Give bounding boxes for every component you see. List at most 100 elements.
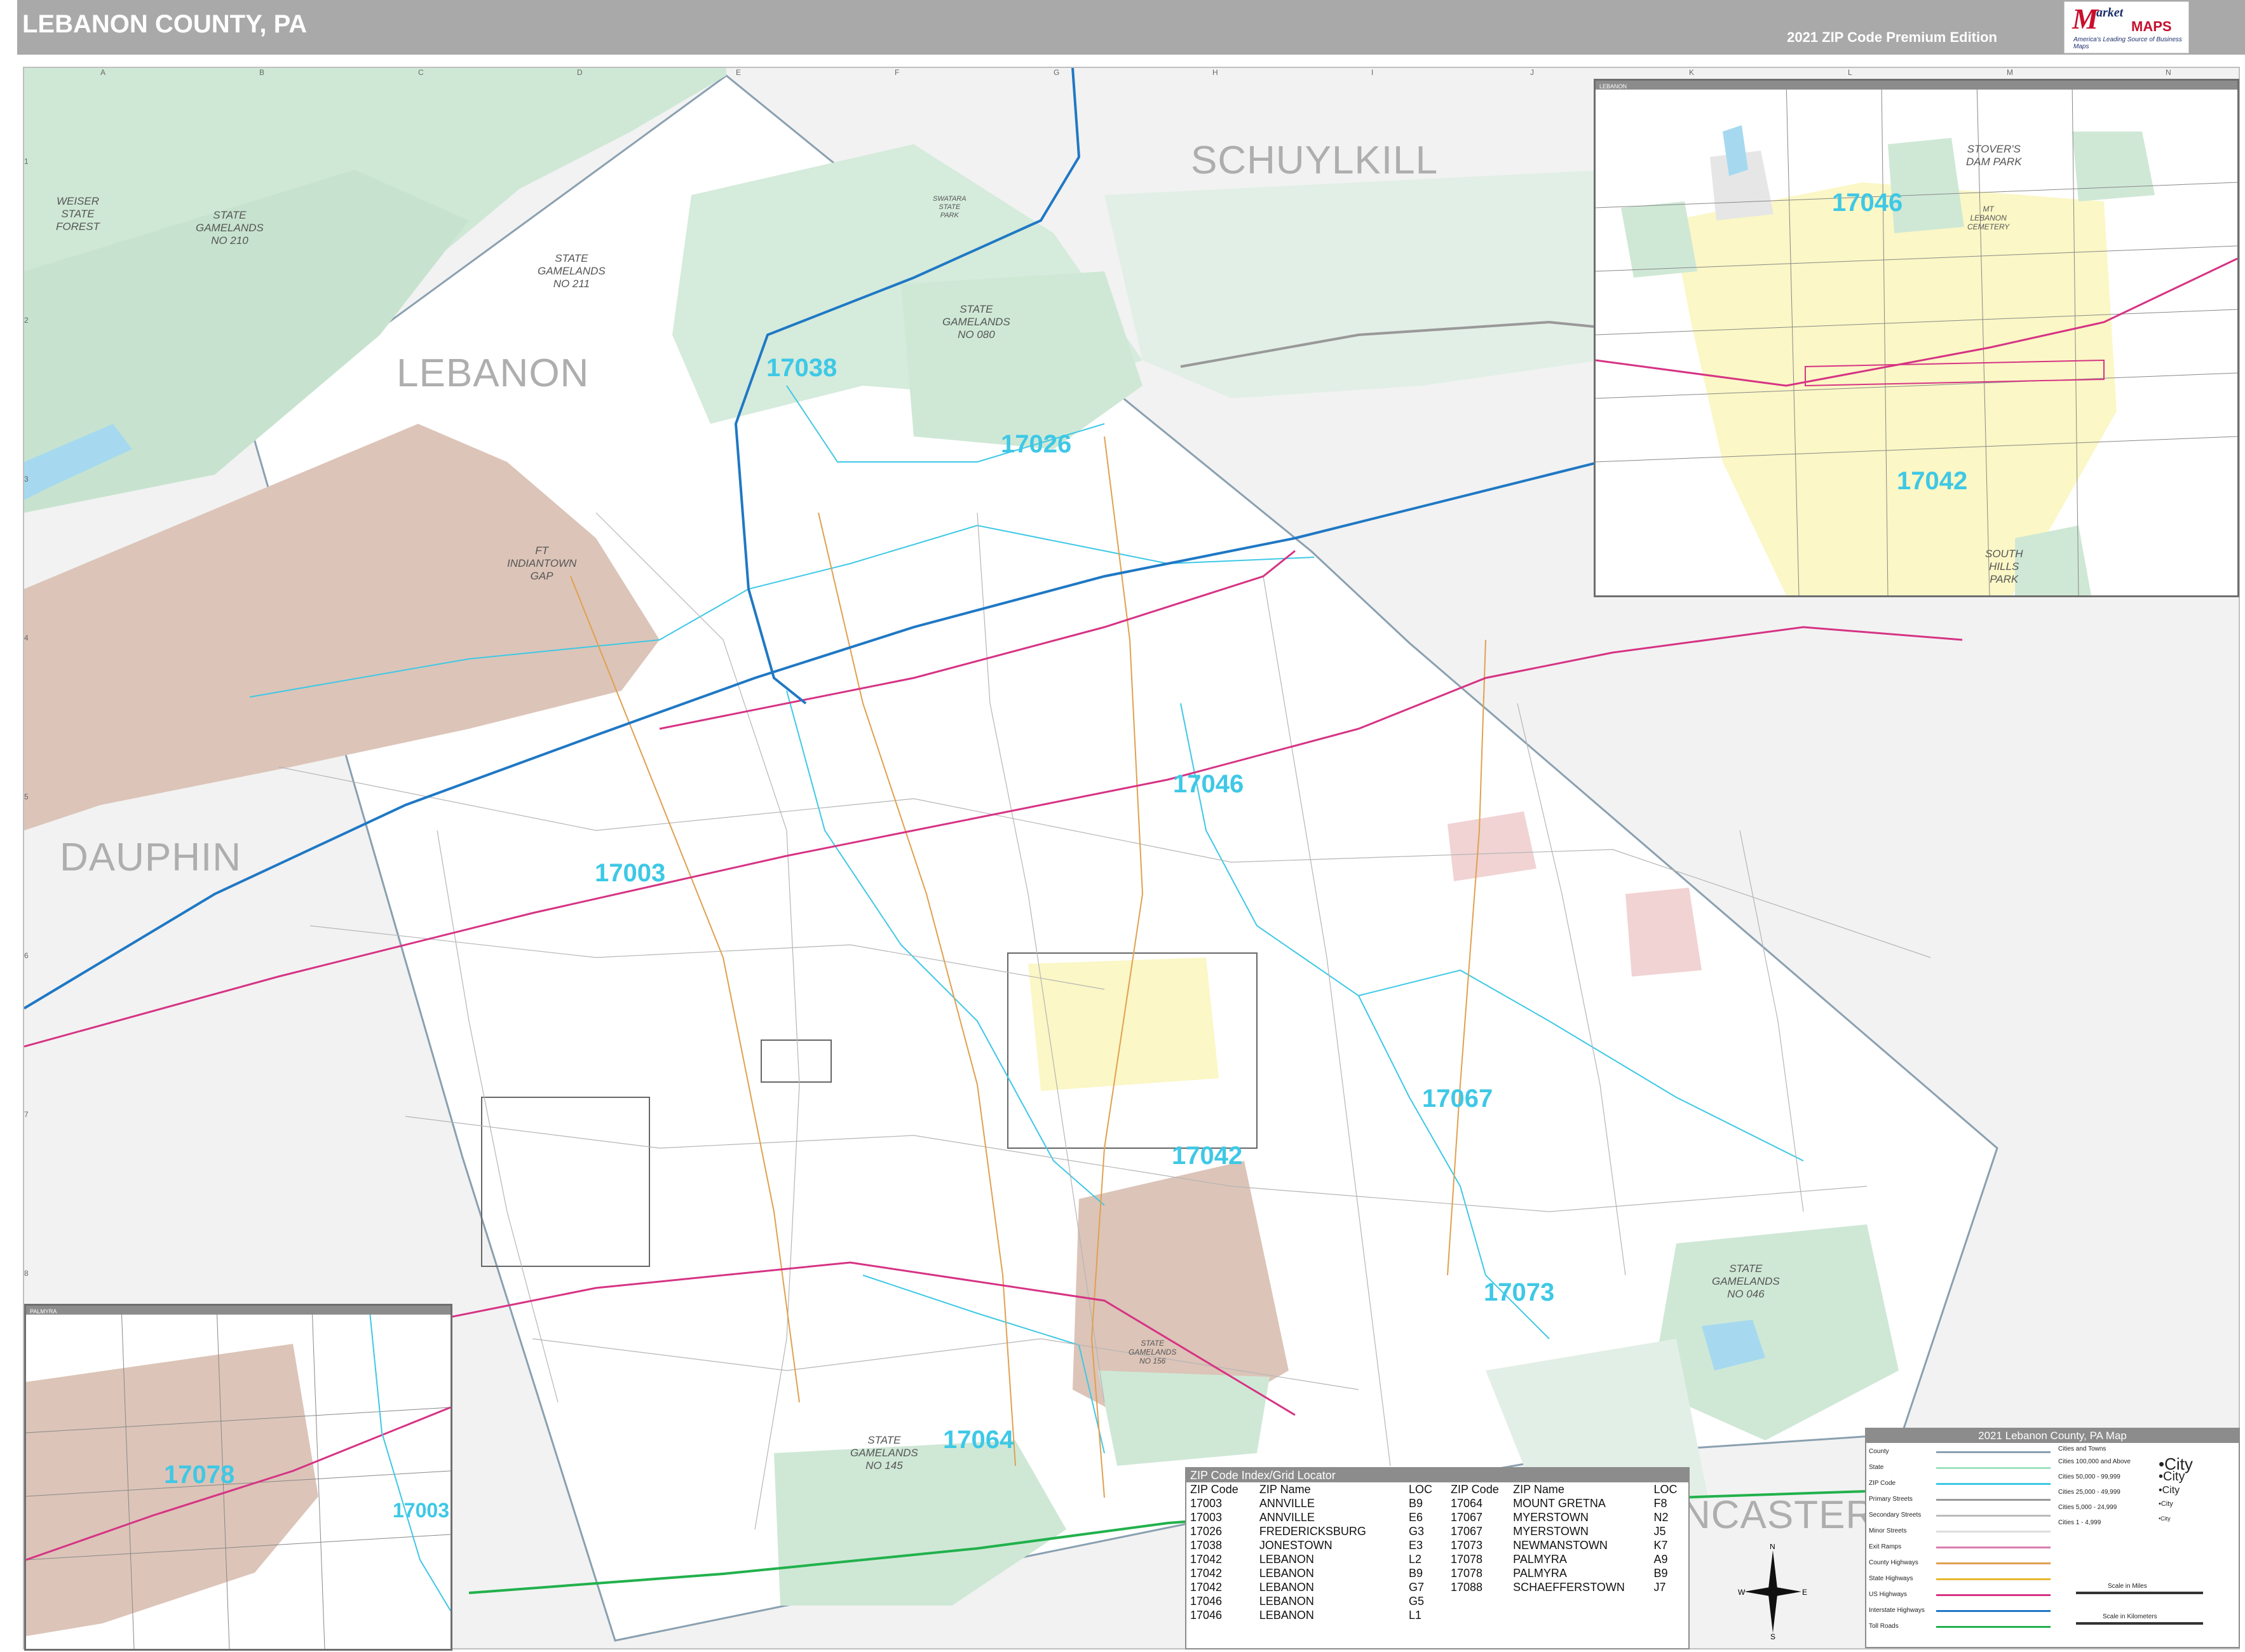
loc-cell: E6 [1408, 1511, 1423, 1524]
legend-item-swatch [1936, 1483, 2051, 1485]
logo-tagline: America's Leading Source of Business Map… [2073, 36, 2182, 50]
zip-code-cell: 17064 [1451, 1497, 1483, 1510]
inset-zip-17003: 17003 [393, 1499, 449, 1522]
legend-city-range: Cities 5,000 - 24,999 [2058, 1504, 2117, 1511]
compass-n: N [1770, 1544, 1775, 1551]
loc-cell: J5 [1653, 1525, 1666, 1538]
logo-arket: arket [2096, 6, 2124, 20]
sgl-145 [774, 1440, 1066, 1606]
logo-m: M [2072, 3, 2098, 35]
zip-index-row: 17078 PALMYRA B9 [1448, 1566, 1683, 1580]
legend-item-swatch [1936, 1594, 2051, 1596]
grid-row-3: 3 [24, 475, 29, 484]
legend-item-label: Exit Ramps [1869, 1543, 1902, 1550]
zip-index-left: ZIP Code ZIP Name LOC 17003 ANNVILLE B9 170… [1188, 1482, 1442, 1622]
zip-index-table: ZIP Code Index/Grid Locator ZIP Code ZIP… [1185, 1467, 1690, 1649]
legend-item-label: State [1869, 1464, 1884, 1471]
lebanon-city-inset: LEBANON 17046 17042 MT LEBANON CEMETERY … [1594, 79, 2239, 597]
loc-cell: A9 [1653, 1553, 1668, 1566]
legend-city-range: Cities 1 - 4,999 [2058, 1519, 2101, 1526]
inset-zip-17042: 17042 [1897, 467, 1968, 495]
grid-row-4: 4 [24, 633, 29, 642]
zip-index-row: 17073 NEWMANSTOWN K7 [1448, 1538, 1683, 1552]
market-maps-logo: M arket MAPS America's Leading Source of… [2064, 1, 2189, 53]
grid-col-h: H [1212, 68, 1218, 77]
grid-col-g: G [1054, 68, 1060, 77]
grid-col-d: D [577, 68, 583, 77]
legend-cities-title: Cities and Towns [2058, 1446, 2106, 1452]
legend-item-label: County [1869, 1448, 1889, 1455]
zip-name-cell: LEBANON [1259, 1609, 1314, 1622]
zip-name-cell: JONESTOWN [1259, 1539, 1333, 1552]
legend-item-label: US Highways [1869, 1591, 1908, 1598]
legend-item-label: Secondary Streets [1869, 1512, 1922, 1519]
grid-col-l: L [1848, 68, 1852, 77]
edition-label: 2021 ZIP Code Premium Edition [1787, 29, 1997, 45]
zip-name-cell: NEWMANSTOWN [1513, 1539, 1608, 1552]
legend-city-sample: •City [2159, 1485, 2180, 1496]
zip-name-cell: LEBANON [1259, 1595, 1314, 1608]
zip-name-cell: ANNVILLE [1259, 1497, 1315, 1510]
zip-code-cell: 17067 [1451, 1525, 1483, 1538]
legend-item-label: Minor Streets [1869, 1527, 1907, 1534]
zip-code-cell: 17026 [1190, 1525, 1223, 1538]
zip-code-cell: 17003 [1190, 1511, 1223, 1524]
label-sgl-156: STATE GAMELANDS NO 156 [1129, 1339, 1177, 1365]
grid-col-f: F [895, 68, 900, 77]
schaefferstown [1625, 888, 1702, 977]
loc-cell: F8 [1653, 1497, 1667, 1510]
loc-cell: B9 [1653, 1567, 1668, 1580]
compass-e: E [1802, 1588, 1807, 1597]
loc-cell: G7 [1408, 1581, 1424, 1594]
loc-cell: E3 [1408, 1539, 1423, 1552]
label-sgl-145: STATE GAMELANDS NO 145 [850, 1434, 918, 1472]
legend-item-label: State Highways [1869, 1575, 1913, 1582]
zip-name-cell: LEBANON [1259, 1567, 1314, 1580]
col-zip: ZIP Code [1190, 1483, 1238, 1496]
zip-code-cell: 17067 [1451, 1511, 1483, 1524]
legend-item-label: Toll Roads [1869, 1623, 1899, 1630]
inset-zip-17078: 17078 [164, 1461, 235, 1489]
zip-name-cell: PALMYRA [1513, 1567, 1567, 1580]
legend-title: 2021 Lebanon County, PA Map [1866, 1429, 2239, 1443]
label-sgl-046: STATE GAMELANDS NO 046 [1712, 1263, 1780, 1300]
loc-cell: J7 [1653, 1581, 1666, 1594]
col-loc: LOC [1408, 1483, 1432, 1496]
label-south-hills-park: SOUTH HILLS PARK [1985, 548, 2023, 585]
loc-cell: G5 [1408, 1595, 1424, 1608]
inset-head: LEBANON [1596, 81, 2237, 90]
schuylkill-forest [1104, 170, 1613, 398]
legend-item-swatch [1936, 1626, 2051, 1628]
scale-bar-km [2076, 1622, 2203, 1625]
legend-scale-miles: Scale in Miles [2108, 1583, 2147, 1590]
legend-item-swatch [1936, 1515, 2051, 1517]
zip-code-cell: 17073 [1451, 1539, 1483, 1552]
zip-label-17026: 17026 [1001, 430, 1072, 458]
inset-title-palmyra: PALMYRA [30, 1308, 57, 1315]
zip-index-row: 17026 FREDERICKSBURG G3 [1188, 1524, 1442, 1538]
zip-name-cell: MOUNT GRETNA [1513, 1497, 1606, 1510]
legend-item-label: County Highways [1869, 1559, 1918, 1566]
label-sgl-210: STATE GAMELANDS NO 210 [196, 209, 264, 247]
county-label-schuylkill: SCHUYLKILL [1191, 139, 1439, 182]
grid-col-i: I [1371, 68, 1374, 77]
zip-name-cell: PALMYRA [1513, 1553, 1567, 1566]
county-label-lancaster: NCASTER [1682, 1493, 1875, 1537]
zip-code-cell: 17042 [1190, 1567, 1223, 1580]
grid-col-k: K [1689, 68, 1695, 77]
zip-index-row: 17003 ANNVILLE E6 [1188, 1510, 1442, 1524]
zip-label-17046: 17046 [1173, 770, 1244, 798]
zip-index-row: 17088 SCHAEFFERSTOWN J7 [1448, 1580, 1683, 1594]
grid-col-e: E [736, 68, 742, 77]
legend-item-swatch [1936, 1467, 2051, 1469]
legend-city-range: Cities 50,000 - 99,999 [2058, 1473, 2120, 1480]
grid-row-5: 5 [24, 792, 29, 801]
zip-label-17038: 17038 [766, 354, 838, 382]
legend-city-sample: •City [2159, 1470, 2185, 1484]
grid-col-b: B [259, 68, 265, 77]
zip-index-row: 17046 LEBANON L1 [1188, 1608, 1442, 1622]
palmyra-inset-canvas [26, 1306, 451, 1649]
legend-item-swatch [1936, 1499, 2051, 1501]
zip-code-cell: 17038 [1190, 1539, 1223, 1552]
map-title: LEBANON COUNTY, PA [22, 10, 308, 38]
